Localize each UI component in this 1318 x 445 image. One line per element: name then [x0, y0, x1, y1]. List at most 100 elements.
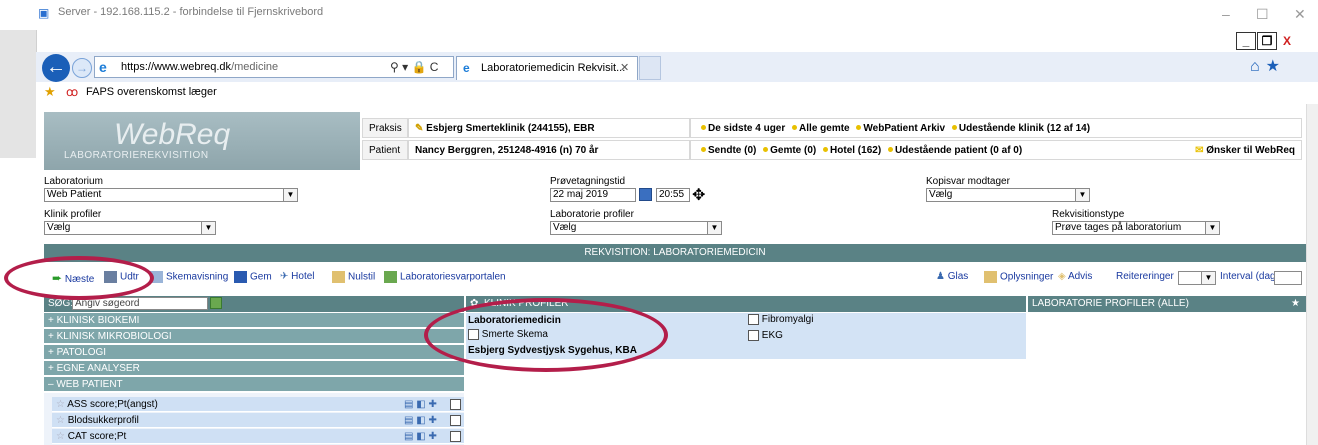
list-item[interactable]: ☆ CAT score;Pt ▤ ◧ ✚: [52, 429, 464, 444]
inner-minimize-button[interactable]: _: [1236, 32, 1256, 50]
profile-fibromyalgi[interactable]: Fibromyalgi: [748, 314, 813, 325]
link-all-saved[interactable]: Alle gemte: [799, 123, 850, 134]
category-patologi[interactable]: + PATOLOGI: [44, 345, 464, 360]
browser-toolbar-icons: ⌂★: [1250, 56, 1286, 76]
reitereringer-label: Reitereringer: [1116, 271, 1174, 282]
chevron-down-icon: ▼: [283, 189, 297, 201]
star-icon: ☆: [56, 399, 65, 410]
favorites-star-icon[interactable]: ★: [1266, 58, 1286, 75]
brand-text: WebReq: [114, 118, 231, 151]
maximize-button[interactable]: ☐: [1256, 6, 1269, 23]
laboratoriesvarportalen-link[interactable]: Laboratoriesvarportalen: [384, 271, 506, 283]
praksis-value: ✎ Esbjerg Smerteklinik (244155), EBR: [408, 118, 690, 138]
advis-button[interactable]: ◈ Advis: [1058, 271, 1092, 282]
category-web-patient[interactable]: – WEB PATIENT: [44, 377, 464, 392]
brand-subtitle: LABORATORIEREKVISITION: [64, 150, 209, 161]
chevron-down-icon: ▼: [1201, 272, 1215, 284]
link-outstanding-clinic[interactable]: Udestående klinik (12 af 14): [959, 123, 1090, 134]
home-icon[interactable]: ⌂: [1250, 58, 1266, 75]
annotation-ellipse: [424, 298, 668, 372]
move-arrows-icon[interactable]: ✥: [692, 185, 705, 205]
tab-close-icon[interactable]: ✕: [620, 61, 629, 74]
profile-ekg[interactable]: EKG: [748, 330, 783, 341]
tab-title: Laboratoriemedicin Rekvisit...: [481, 62, 626, 74]
date-input[interactable]: 22 maj 2019: [550, 188, 636, 202]
chevron-down-icon: ▼: [1075, 189, 1089, 201]
lab-profiler-select[interactable]: Vælg ▼: [550, 221, 722, 235]
plane-icon: ✈: [280, 271, 289, 282]
item-checkbox[interactable]: [450, 415, 461, 426]
search-go-icon[interactable]: [210, 297, 222, 309]
link-webpatient-archive[interactable]: WebPatient Arkiv: [863, 123, 945, 134]
favorites-bar: ★ ꝏ FAPS overenskomst læger: [36, 82, 1318, 104]
link-last-4-weeks[interactable]: De sidste 4 uger: [708, 123, 785, 134]
portal-icon: [384, 271, 397, 283]
save-button[interactable]: Gem: [234, 271, 272, 283]
category-klinisk-biokemi[interactable]: + KLINISK BIOKEMI: [44, 313, 464, 328]
window-titlebar: ▣ Server - 192.168.115.2 - forbindelse t…: [0, 0, 1318, 30]
favorite-link-faps[interactable]: FAPS overenskomst læger: [86, 86, 217, 98]
oplysninger-button[interactable]: Oplysninger: [984, 271, 1053, 283]
star-icon: ☆: [56, 431, 65, 442]
category-klinisk-mikrobiologi[interactable]: + KLINISK MIKROBIOLOGI: [44, 329, 464, 344]
kopisvar-select[interactable]: Vælg ▼: [926, 188, 1090, 202]
new-tab-button[interactable]: [639, 56, 661, 80]
url-text: https://www.webreq.dk/medicine: [121, 61, 279, 73]
chevron-down-icon: ▼: [1205, 222, 1219, 234]
nulstil-button[interactable]: Nulstil: [332, 271, 375, 283]
calendar-icon[interactable]: [639, 188, 652, 201]
praksis-label: Praksis: [362, 118, 408, 138]
people-icon: ♟: [936, 271, 945, 282]
link-hotel[interactable]: Hotel (162): [830, 145, 881, 156]
back-arrow-icon[interactable]: ←: [42, 54, 70, 82]
rekvisitionstype-select[interactable]: Prøve tages på laboratorium ▼: [1052, 221, 1220, 235]
chevron-down-icon: ▼: [707, 222, 721, 234]
profile-checkbox: [748, 314, 759, 325]
header-info: Praksis ✎ Esbjerg Smerteklinik (244155),…: [362, 112, 1306, 162]
klinik-profiler-select[interactable]: Vælg ▼: [44, 221, 216, 235]
laboratorium-select[interactable]: Web Patient ▼: [44, 188, 298, 202]
tag-icon: ◈: [1058, 271, 1066, 282]
skemavisning-button[interactable]: Skemavisning: [150, 271, 228, 283]
laboratorium-label: Laboratorium: [44, 176, 103, 187]
notes-icon: [984, 271, 997, 283]
link-saved[interactable]: Gemte (0): [770, 145, 816, 156]
item-checkbox[interactable]: [450, 431, 461, 442]
patient-links: Sendte (0) Gemte (0) Hotel (162) Udeståe…: [690, 140, 1302, 160]
link-outstanding-patient[interactable]: Udestående patient (0 af 0): [895, 145, 1022, 156]
ie-tab-icon: e: [463, 61, 470, 75]
minimize-button[interactable]: –: [1222, 6, 1230, 22]
favorite-star-icon[interactable]: ★: [1291, 296, 1300, 312]
address-tools[interactable]: ⚲ ▾ 🔒 C: [390, 60, 438, 74]
vertical-scrollbar[interactable]: [1306, 104, 1318, 445]
hotel-button[interactable]: ✈ Hotel: [280, 271, 315, 282]
desktop-background: [0, 30, 36, 158]
glas-button[interactable]: ♟ Glas: [936, 271, 968, 282]
link-sent[interactable]: Sendte (0): [708, 145, 756, 156]
window-title: Server - 192.168.115.2 - forbindelse til…: [58, 6, 324, 18]
remote-desktop-icon: ▣: [38, 6, 50, 20]
interval-input[interactable]: [1274, 271, 1302, 285]
list-item[interactable]: ☆ Blodsukkerprofil ▤ ◧ ✚: [52, 413, 464, 428]
rekvisitionstype-label: Rekvisitionstype: [1052, 209, 1125, 220]
reitereringer-select[interactable]: ▼: [1178, 271, 1216, 285]
category-egne-analyser[interactable]: + EGNE ANALYSER: [44, 361, 464, 376]
forward-arrow-icon[interactable]: →: [72, 58, 92, 78]
time-input[interactable]: 20:55: [656, 188, 690, 202]
item-actions-icon: ▤ ◧ ✚: [404, 415, 437, 426]
item-checkbox[interactable]: [450, 399, 461, 410]
list-item[interactable]: ☆ ASS score;Pt(angst) ▤ ◧ ✚: [52, 397, 464, 412]
inner-restore-button[interactable]: ❐: [1257, 32, 1277, 50]
address-bar[interactable]: e https://www.webreq.dk/medicine ⚲ ▾ 🔒 C: [94, 56, 454, 78]
browser-tab[interactable]: e Laboratoriemedicin Rekvisit... ✕: [456, 56, 638, 80]
section-title: REKVISITION: LABORATORIEMEDICIN: [44, 244, 1306, 262]
inner-close-button[interactable]: X: [1278, 33, 1296, 51]
close-button[interactable]: ✕: [1294, 6, 1306, 23]
link-wish[interactable]: ✉ Ønsker til WebReq: [1195, 145, 1295, 156]
favorites-star-icon[interactable]: ★: [44, 84, 56, 100]
patient-label: Patient: [362, 140, 408, 160]
web-patient-list: ☆ ASS score;Pt(angst) ▤ ◧ ✚ ☆ Blodsukker…: [44, 393, 464, 445]
lab-profiler-label: Laboratorie profiler: [550, 209, 634, 220]
praksis-links: De sidste 4 uger Alle gemte WebPatient A…: [690, 118, 1302, 138]
annotation-ellipse: [4, 256, 154, 300]
